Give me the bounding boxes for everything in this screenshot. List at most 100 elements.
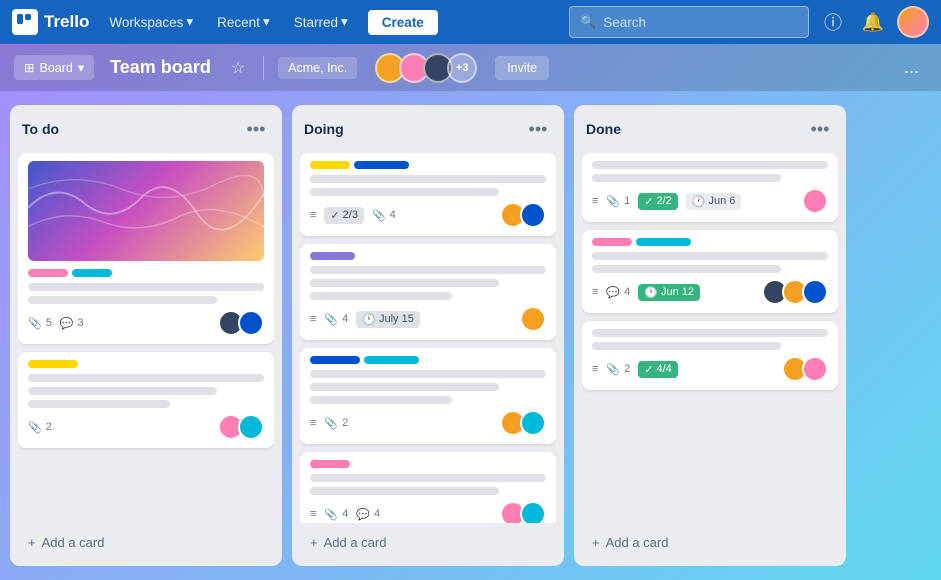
column-title-todo: To do	[22, 121, 59, 137]
label-pink	[310, 460, 350, 468]
label-purple	[310, 252, 355, 260]
card-attachment-meta: 📎 4	[324, 313, 348, 326]
column-menu-doing[interactable]: •••	[524, 115, 552, 143]
board-header: ⊞ Board ▾ Team board ☆ Acme, Inc. +3 Inv…	[0, 44, 941, 91]
workspaces-menu[interactable]: Workspaces ▾	[101, 10, 201, 34]
card-labels	[592, 238, 828, 246]
card-avatars	[218, 310, 264, 336]
card[interactable]: 📎 5 💬 3	[18, 153, 274, 344]
card-list-meta: ≡	[592, 286, 598, 298]
card[interactable]: ≡ 📎 1 ✓ 2/2 🕐 Jun 6	[582, 153, 838, 222]
card[interactable]: ≡ 📎 2 ✓ 4/4	[582, 321, 838, 390]
card[interactable]: ≡ 📎 4 💬 4	[300, 452, 556, 523]
member-count[interactable]: +3	[447, 53, 477, 83]
workspace-tag[interactable]: Acme, Inc.	[278, 57, 357, 79]
card-attachment-meta: 📎 2	[324, 417, 348, 430]
card-attachment-meta: 📎 2	[28, 421, 52, 434]
card-footer: ≡ 💬 4 🕐 Jun 12	[592, 279, 828, 305]
card-comment-meta: 💬 4	[606, 286, 630, 299]
comment-icon: 💬	[606, 286, 620, 299]
star-button[interactable]: ☆	[227, 54, 249, 82]
plus-icon: +	[592, 535, 600, 550]
search-bar[interactable]: 🔍 Search	[569, 6, 809, 38]
card-attachment-meta: 📎 4	[372, 209, 396, 222]
card[interactable]: ≡ 📎 2	[300, 348, 556, 444]
card-member-avatar[interactable]	[802, 356, 828, 382]
card[interactable]: ≡ 📎 4 🕐 July 15	[300, 244, 556, 340]
card-avatars	[762, 279, 828, 305]
user-avatar[interactable]	[897, 6, 929, 38]
card-attachment-meta: 📎 1	[606, 195, 630, 208]
card-member-avatar[interactable]	[520, 202, 546, 228]
label-yellow	[310, 161, 350, 169]
starred-menu[interactable]: Starred ▾	[286, 10, 356, 34]
divider	[263, 56, 264, 80]
card-labels	[310, 460, 546, 468]
label-blue	[354, 161, 409, 169]
card-member-avatar[interactable]	[520, 306, 546, 332]
add-card-button-doing[interactable]: + Add a card	[300, 527, 556, 558]
card-list-meta: ≡	[310, 209, 316, 221]
card-line	[28, 374, 264, 382]
card-line	[592, 161, 828, 169]
label-yellow	[28, 360, 78, 368]
card-member-avatar[interactable]	[802, 188, 828, 214]
label-cyan	[72, 269, 112, 277]
card-footer: ≡ 📎 2	[310, 410, 546, 436]
recent-menu[interactable]: Recent ▾	[209, 10, 278, 34]
more-options-button[interactable]: ...	[896, 53, 927, 82]
checklist-icon: ✓	[644, 195, 653, 208]
checklist-badge-green: ✓ 2/2	[638, 193, 678, 210]
logo[interactable]: Trello	[12, 9, 89, 35]
card-member-avatar[interactable]	[802, 279, 828, 305]
info-button[interactable]: ⓘ	[817, 6, 849, 38]
list-icon: ≡	[310, 209, 316, 221]
add-card-button-todo[interactable]: + Add a card	[18, 527, 274, 558]
column-menu-done[interactable]: •••	[806, 115, 834, 143]
card[interactable]: ≡ 💬 4 🕐 Jun 12	[582, 230, 838, 313]
column-done: Done ••• ≡ 📎 1 ✓ 2/2	[574, 105, 846, 566]
add-card-button-done[interactable]: + Add a card	[582, 527, 838, 558]
card-list-meta: ≡	[310, 313, 316, 325]
create-button[interactable]: Create	[368, 10, 438, 35]
card-member-avatar[interactable]	[238, 414, 264, 440]
card-content	[28, 283, 264, 304]
notifications-button[interactable]: 🔔	[857, 6, 889, 38]
card-footer: 📎 2	[28, 414, 264, 440]
comment-icon: 💬	[60, 317, 74, 330]
card-footer: ≡ 📎 2 ✓ 4/4	[592, 356, 828, 382]
column-title-done: Done	[586, 121, 621, 137]
card-labels	[310, 356, 546, 364]
chevron-down-icon: ▾	[341, 14, 348, 30]
card-labels	[310, 161, 546, 169]
comment-icon: 💬	[356, 508, 370, 521]
card-content	[310, 266, 546, 300]
card-line	[310, 474, 546, 482]
invite-button[interactable]: Invite	[495, 56, 549, 80]
attachment-icon: 📎	[324, 417, 338, 430]
column-title-doing: Doing	[304, 121, 344, 137]
card-attachment-meta: 📎 2	[606, 363, 630, 376]
attachment-icon: 📎	[324, 508, 338, 521]
card-member-avatar[interactable]	[238, 310, 264, 336]
attachment-icon: 📎	[28, 421, 42, 434]
attachment-icon: 📎	[28, 317, 42, 330]
card-labels	[28, 269, 264, 277]
checklist-icon: ✓	[330, 209, 339, 222]
board-menu-button[interactable]: ⊞ Board ▾	[14, 55, 94, 80]
trello-logo-icon	[12, 9, 38, 35]
column-menu-todo[interactable]: •••	[242, 115, 270, 143]
chevron-down-icon: ▾	[78, 60, 84, 75]
card-labels	[310, 252, 546, 260]
card[interactable]: 📎 2	[18, 352, 274, 448]
attachment-icon: 📎	[606, 363, 620, 376]
card-list-meta: ≡	[592, 363, 598, 375]
card-member-avatar[interactable]	[520, 410, 546, 436]
card-line	[28, 283, 264, 291]
card[interactable]: ≡ ✓ 2/3 📎 4	[300, 153, 556, 236]
label-cyan	[636, 238, 691, 246]
card-line	[310, 396, 452, 404]
card-line	[592, 252, 828, 260]
card-member-avatar[interactable]	[520, 501, 546, 523]
card-line	[310, 292, 452, 300]
